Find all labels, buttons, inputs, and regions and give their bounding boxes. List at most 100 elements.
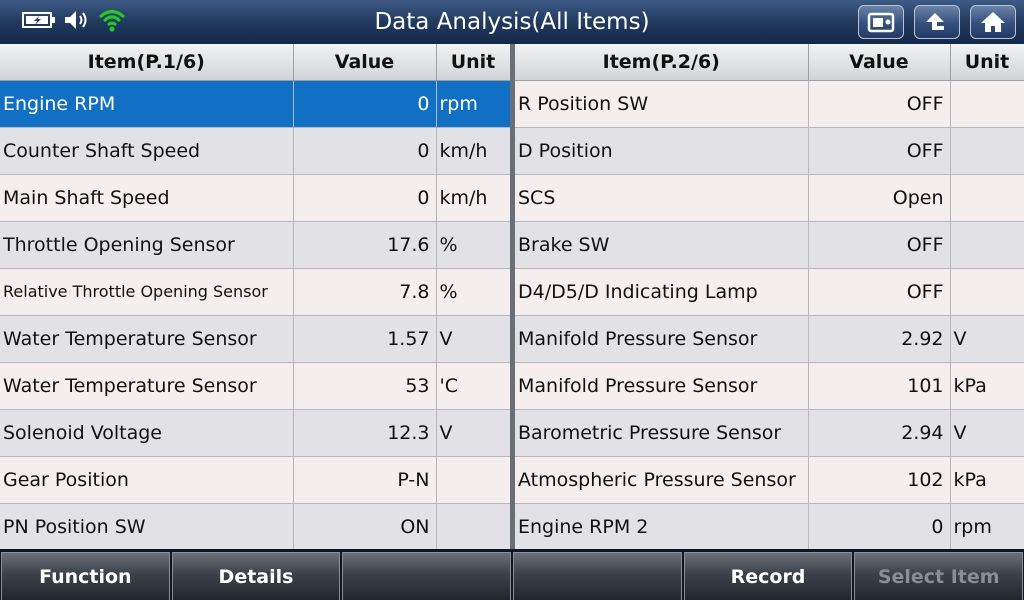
screenshot-button[interactable]	[858, 5, 904, 39]
value-cell: OFF	[808, 221, 951, 269]
select-item-button[interactable]: Select Item	[854, 552, 1024, 600]
value-cell: 0	[293, 80, 437, 128]
item-cell: PN Position SW	[0, 503, 294, 551]
value-cell: OFF	[808, 268, 951, 316]
unit-cell: V	[950, 409, 1024, 457]
value-cell: 53	[293, 362, 437, 410]
unit-cell	[950, 174, 1024, 222]
item-cell: Barometric Pressure Sensor	[515, 409, 809, 457]
table-row[interactable]: SCS Open	[515, 174, 1024, 222]
table-row[interactable]: Brake SW OFF	[515, 221, 1024, 269]
data-table-area: Item(P.1/6) Value Unit Engine RPM 0 rpm …	[0, 44, 1024, 551]
unit-cell: km/h	[436, 174, 511, 222]
value-cell: 2.92	[808, 315, 951, 363]
left-data-table: Item(P.1/6) Value Unit Engine RPM 0 rpm …	[0, 44, 511, 551]
table-row[interactable]: PN Position SW ON	[0, 503, 511, 551]
value-cell: 12.3	[293, 409, 437, 457]
unit-cell: kPa	[950, 456, 1024, 504]
function-button[interactable]: Function	[1, 552, 170, 600]
item-cell: Gear Position	[0, 456, 294, 504]
unit-cell: %	[436, 268, 511, 316]
item-cell: R Position SW	[515, 80, 809, 128]
empty-button-3[interactable]	[342, 552, 512, 600]
table-row[interactable]: Gear Position P-N	[0, 456, 511, 504]
left-data-panel: Item(P.1/6) Value Unit Engine RPM 0 rpm …	[0, 44, 511, 551]
value-column-header: Value	[293, 44, 437, 81]
item-cell: SCS	[515, 174, 809, 222]
unit-cell	[950, 221, 1024, 269]
table-row[interactable]: Solenoid Voltage 12.3 V	[0, 409, 511, 457]
unit-cell: V	[950, 315, 1024, 363]
table-row[interactable]: Engine RPM 0 rpm	[0, 80, 511, 128]
unit-column-header: Unit	[436, 44, 511, 81]
record-button[interactable]: Record	[683, 552, 853, 600]
item-cell: Manifold Pressure Sensor	[515, 315, 809, 363]
table-row[interactable]: Atmospheric Pressure Sensor 102 kPa	[515, 456, 1024, 504]
table-row[interactable]: Main Shaft Speed 0 km/h	[0, 174, 511, 222]
value-cell: 101	[808, 362, 951, 410]
back-button[interactable]	[914, 5, 960, 39]
value-cell: 0	[293, 174, 437, 222]
home-icon	[981, 12, 1005, 32]
unit-column-header: Unit	[950, 44, 1024, 81]
item-cell: Water Temperature Sensor	[0, 362, 294, 410]
title-bar: Data Analysis(All Items)	[0, 0, 1024, 44]
table-row[interactable]: Manifold Pressure Sensor 2.92 V	[515, 315, 1024, 363]
function-bar: Function Details Record Select Item	[0, 549, 1024, 600]
value-cell: 102	[808, 456, 951, 504]
table-row[interactable]: Water Temperature Sensor 1.57 V	[0, 315, 511, 363]
item-cell: Water Temperature Sensor	[0, 315, 294, 363]
unit-cell: rpm	[950, 503, 1024, 551]
unit-cell	[436, 456, 511, 504]
table-row[interactable]: Relative Throttle Opening Sensor 7.8 %	[0, 268, 511, 316]
item-cell: D Position	[515, 127, 809, 175]
item-cell: D4/D5/D Indicating Lamp	[515, 268, 809, 316]
right-data-panel: Item(P.2/6) Value Unit R Position SW OFF…	[515, 44, 1024, 551]
unit-cell: km/h	[436, 127, 511, 175]
details-button[interactable]: Details	[171, 552, 341, 600]
table-header-row: Item(P.1/6) Value Unit	[0, 44, 511, 81]
value-cell: P-N	[293, 456, 437, 504]
table-row[interactable]: Water Temperature Sensor 53 'C	[0, 362, 511, 410]
item-cell: Solenoid Voltage	[0, 409, 294, 457]
unit-cell: kPa	[950, 362, 1024, 410]
table-row[interactable]: Throttle Opening Sensor 17.6 %	[0, 221, 511, 269]
table-row[interactable]: Manifold Pressure Sensor 101 kPa	[515, 362, 1024, 410]
item-cell: Brake SW	[515, 221, 809, 269]
value-cell: 2.94	[808, 409, 951, 457]
table-row[interactable]: Counter Shaft Speed 0 km/h	[0, 127, 511, 175]
item-cell: Atmospheric Pressure Sensor	[515, 456, 809, 504]
table-row[interactable]: R Position SW OFF	[515, 80, 1024, 128]
home-button[interactable]	[970, 5, 1016, 39]
item-cell: Engine RPM 2	[515, 503, 809, 551]
value-cell: ON	[293, 503, 437, 551]
item-cell: Counter Shaft Speed	[0, 127, 294, 175]
unit-cell	[950, 80, 1024, 128]
unit-cell: V	[436, 315, 511, 363]
item-cell: Manifold Pressure Sensor	[515, 362, 809, 410]
table-header-row: Item(P.2/6) Value Unit	[515, 44, 1024, 81]
value-cell: 0	[808, 503, 951, 551]
item-cell: Relative Throttle Opening Sensor	[0, 268, 294, 316]
value-cell: 7.8	[293, 268, 437, 316]
value-cell: 17.6	[293, 221, 437, 269]
item-column-header: Item(P.2/6)	[515, 44, 809, 81]
item-cell: Throttle Opening Sensor	[0, 221, 294, 269]
unit-cell	[950, 268, 1024, 316]
value-column-header: Value	[808, 44, 951, 81]
back-icon	[926, 13, 944, 30]
empty-button-4[interactable]	[513, 552, 682, 600]
table-row[interactable]: Engine RPM 2 0 rpm	[515, 503, 1024, 551]
right-data-table: Item(P.2/6) Value Unit R Position SW OFF…	[515, 44, 1024, 551]
unit-cell	[950, 127, 1024, 175]
value-cell: 0	[293, 127, 437, 175]
item-cell: Engine RPM	[0, 80, 294, 128]
item-cell: Main Shaft Speed	[0, 174, 294, 222]
table-row[interactable]: D4/D5/D Indicating Lamp OFF	[515, 268, 1024, 316]
unit-cell: rpm	[436, 80, 511, 128]
unit-cell: %	[436, 221, 511, 269]
table-row[interactable]: Barometric Pressure Sensor 2.94 V	[515, 409, 1024, 457]
unit-cell: V	[436, 409, 511, 457]
screenshot-icon	[867, 12, 895, 33]
table-row[interactable]: D Position OFF	[515, 127, 1024, 175]
